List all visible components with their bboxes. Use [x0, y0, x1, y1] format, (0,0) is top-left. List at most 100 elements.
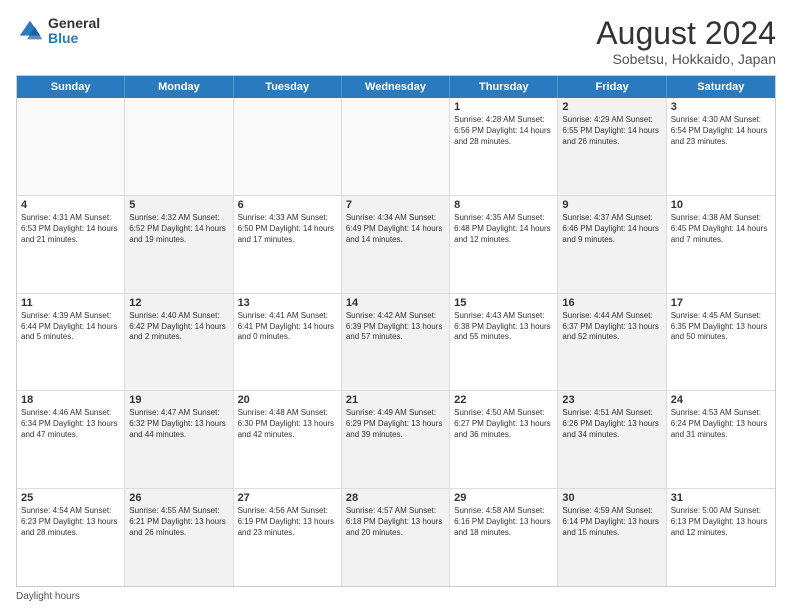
calendar-cell: 16Sunrise: 4:44 AM Sunset: 6:37 PM Dayli…	[558, 294, 666, 391]
day-number: 20	[238, 394, 337, 406]
calendar-cell: 20 Sunrise: 4:48 AM Sunset: 6:30 PM Dayli…	[234, 391, 342, 488]
day-number: 29	[454, 492, 553, 504]
day-number: 22	[454, 394, 553, 406]
day-number: 15	[454, 297, 553, 309]
calendar: SundayMondayTuesdayWednesdayThursdayFrid…	[16, 75, 776, 587]
day-number: 12	[129, 297, 228, 309]
calendar-week-row: 4 Sunrise: 4:31 AM Sunset: 6:53 PM Daylig…	[17, 196, 775, 294]
day-number: 27	[238, 492, 337, 504]
calendar-cell: 15 Sunrise: 4:43 AM Sunset: 6:38 PM Dayli…	[450, 294, 558, 391]
calendar-cell: 14Sunrise: 4:42 AM Sunset: 6:39 PM Dayli…	[342, 294, 450, 391]
cell-info: Sunrise: 5:00 AM Sunset: 6:13 PM Dayligh…	[671, 506, 771, 538]
cell-info: Sunrise: 4:34 AM Sunset: 6:49 PM Dayligh…	[346, 213, 445, 245]
cell-info: Sunrise: 4:46 AM Sunset: 6:34 PM Dayligh…	[21, 408, 120, 440]
cell-info: Sunrise: 4:44 AM Sunset: 6:37 PM Dayligh…	[562, 311, 661, 343]
calendar-header-cell: Monday	[125, 76, 233, 98]
day-number: 25	[21, 492, 120, 504]
cell-info: Sunrise: 4:32 AM Sunset: 6:52 PM Dayligh…	[129, 213, 228, 245]
day-number: 11	[21, 297, 120, 309]
day-number: 19	[129, 394, 228, 406]
calendar-week-row: 11 Sunrise: 4:39 AM Sunset: 6:44 PM Dayli…	[17, 294, 775, 392]
calendar-cell: 23 Sunrise: 4:51 AM Sunset: 6:26 PM Dayli…	[558, 391, 666, 488]
calendar-cell: 27 Sunrise: 4:56 AM Sunset: 6:19 PM Dayli…	[234, 489, 342, 586]
cell-info: Sunrise: 4:39 AM Sunset: 6:44 PM Dayligh…	[21, 311, 120, 343]
cell-info: Sunrise: 4:29 AM Sunset: 6:55 PM Dayligh…	[562, 115, 661, 147]
day-number: 31	[671, 492, 771, 504]
title-block: August 2024 Sobetsu, Hokkaido, Japan	[596, 16, 776, 67]
cell-info: Sunrise: 4:47 AM Sunset: 6:32 PM Dayligh…	[129, 408, 228, 440]
calendar-cell: 8 Sunrise: 4:35 AM Sunset: 6:48 PM Daylig…	[450, 196, 558, 293]
day-number: 8	[454, 199, 553, 211]
calendar-cell	[342, 98, 450, 195]
day-number: 30	[562, 492, 661, 504]
cell-info: Sunrise: 4:31 AM Sunset: 6:53 PM Dayligh…	[21, 213, 120, 245]
cell-info: Sunrise: 4:40 AM Sunset: 6:42 PM Dayligh…	[129, 311, 228, 343]
calendar-cell: 28Sunrise: 4:57 AM Sunset: 6:18 PM Dayli…	[342, 489, 450, 586]
cell-info: Sunrise: 4:53 AM Sunset: 6:24 PM Dayligh…	[671, 408, 771, 440]
calendar-cell: 7Sunrise: 4:34 AM Sunset: 6:49 PM Daylig…	[342, 196, 450, 293]
calendar-cell	[17, 98, 125, 195]
day-number: 23	[562, 394, 661, 406]
cell-info: Sunrise: 4:59 AM Sunset: 6:14 PM Dayligh…	[562, 506, 661, 538]
footer-note: Daylight hours	[16, 591, 776, 602]
cell-info: Sunrise: 4:56 AM Sunset: 6:19 PM Dayligh…	[238, 506, 337, 538]
cell-info: Sunrise: 4:35 AM Sunset: 6:48 PM Dayligh…	[454, 213, 553, 245]
day-number: 28	[346, 492, 445, 504]
calendar-week-row: 25Sunrise: 4:54 AM Sunset: 6:23 PM Dayli…	[17, 489, 775, 586]
day-number: 3	[671, 101, 771, 113]
cell-info: Sunrise: 4:43 AM Sunset: 6:38 PM Dayligh…	[454, 311, 553, 343]
calendar-header-cell: Friday	[558, 76, 666, 98]
cell-info: Sunrise: 4:48 AM Sunset: 6:30 PM Dayligh…	[238, 408, 337, 440]
day-number: 17	[671, 297, 771, 309]
calendar-cell: 9 Sunrise: 4:37 AM Sunset: 6:46 PM Daylig…	[558, 196, 666, 293]
cell-info: Sunrise: 4:51 AM Sunset: 6:26 PM Dayligh…	[562, 408, 661, 440]
calendar-cell: 21Sunrise: 4:49 AM Sunset: 6:29 PM Dayli…	[342, 391, 450, 488]
calendar-cell	[125, 98, 233, 195]
calendar-cell: 1Sunrise: 4:28 AM Sunset: 6:56 PM Daylig…	[450, 98, 558, 195]
calendar-header-cell: Wednesday	[342, 76, 450, 98]
calendar-cell: 29Sunrise: 4:58 AM Sunset: 6:16 PM Dayli…	[450, 489, 558, 586]
day-number: 13	[238, 297, 337, 309]
cell-info: Sunrise: 4:37 AM Sunset: 6:46 PM Dayligh…	[562, 213, 661, 245]
header: General Blue August 2024 Sobetsu, Hokkai…	[16, 16, 776, 67]
main-title: August 2024	[596, 16, 776, 51]
subtitle: Sobetsu, Hokkaido, Japan	[596, 51, 776, 67]
calendar-week-row: 1Sunrise: 4:28 AM Sunset: 6:56 PM Daylig…	[17, 98, 775, 196]
calendar-cell: 17 Sunrise: 4:45 AM Sunset: 6:35 PM Dayli…	[667, 294, 775, 391]
calendar-cell: 10 Sunrise: 4:38 AM Sunset: 6:45 PM Dayli…	[667, 196, 775, 293]
calendar-cell: 12 Sunrise: 4:40 AM Sunset: 6:42 PM Dayli…	[125, 294, 233, 391]
logo: General Blue	[16, 16, 100, 47]
cell-info: Sunrise: 4:41 AM Sunset: 6:41 PM Dayligh…	[238, 311, 337, 343]
calendar-header-cell: Tuesday	[234, 76, 342, 98]
day-number: 4	[21, 199, 120, 211]
calendar-cell: 31 Sunrise: 5:00 AM Sunset: 6:13 PM Dayli…	[667, 489, 775, 586]
day-number: 24	[671, 394, 771, 406]
cell-info: Sunrise: 4:45 AM Sunset: 6:35 PM Dayligh…	[671, 311, 771, 343]
calendar-cell	[234, 98, 342, 195]
day-number: 9	[562, 199, 661, 211]
calendar-cell: 5 Sunrise: 4:32 AM Sunset: 6:52 PM Daylig…	[125, 196, 233, 293]
calendar-cell: 11 Sunrise: 4:39 AM Sunset: 6:44 PM Dayli…	[17, 294, 125, 391]
cell-info: Sunrise: 4:38 AM Sunset: 6:45 PM Dayligh…	[671, 213, 771, 245]
calendar-cell: 30 Sunrise: 4:59 AM Sunset: 6:14 PM Dayli…	[558, 489, 666, 586]
day-number: 5	[129, 199, 228, 211]
calendar-body: 1Sunrise: 4:28 AM Sunset: 6:56 PM Daylig…	[17, 98, 775, 586]
calendar-cell: 25Sunrise: 4:54 AM Sunset: 6:23 PM Dayli…	[17, 489, 125, 586]
cell-info: Sunrise: 4:30 AM Sunset: 6:54 PM Dayligh…	[671, 115, 771, 147]
day-number: 1	[454, 101, 553, 113]
logo-text: General Blue	[48, 16, 100, 47]
calendar-cell: 19 Sunrise: 4:47 AM Sunset: 6:32 PM Dayli…	[125, 391, 233, 488]
page: General Blue August 2024 Sobetsu, Hokkai…	[0, 0, 792, 612]
cell-info: Sunrise: 4:55 AM Sunset: 6:21 PM Dayligh…	[129, 506, 228, 538]
calendar-cell: 6Sunrise: 4:33 AM Sunset: 6:50 PM Daylig…	[234, 196, 342, 293]
day-number: 26	[129, 492, 228, 504]
calendar-header: SundayMondayTuesdayWednesdayThursdayFrid…	[17, 76, 775, 98]
calendar-header-cell: Thursday	[450, 76, 558, 98]
cell-info: Sunrise: 4:50 AM Sunset: 6:27 PM Dayligh…	[454, 408, 553, 440]
calendar-cell: 13 Sunrise: 4:41 AM Sunset: 6:41 PM Dayli…	[234, 294, 342, 391]
day-number: 21	[346, 394, 445, 406]
day-number: 10	[671, 199, 771, 211]
calendar-cell: 26 Sunrise: 4:55 AM Sunset: 6:21 PM Dayli…	[125, 489, 233, 586]
calendar-cell: 18Sunrise: 4:46 AM Sunset: 6:34 PM Dayli…	[17, 391, 125, 488]
day-number: 2	[562, 101, 661, 113]
